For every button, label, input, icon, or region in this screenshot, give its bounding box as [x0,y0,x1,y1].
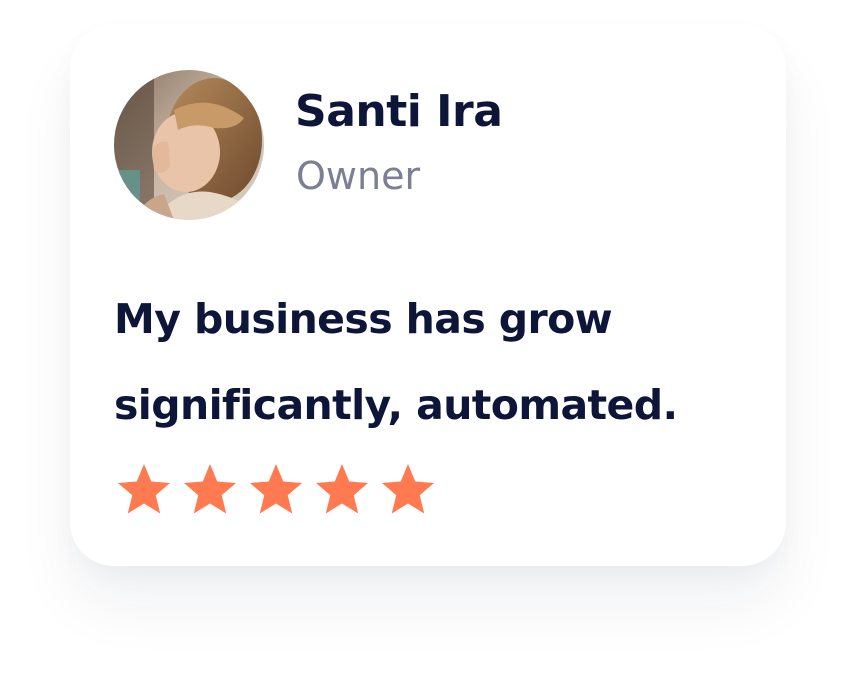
star-rating [114,460,438,520]
reviewer-name: Santi Ira [295,86,503,137]
star-icon [316,464,368,514]
star-icon [118,464,170,514]
quote-line: My business has grow [114,295,613,343]
star-icon [382,464,434,514]
portrait-photo [114,70,264,220]
testimonial-quote: My business has grow significantly, auto… [114,276,764,448]
reviewer-role: Owner [296,154,421,198]
quote-line: significantly, automated. [114,381,678,429]
avatar [114,70,264,220]
star-icon [184,464,236,514]
star-icon [250,464,302,514]
testimonial-card: Santi Ira Owner My business has grow sig… [70,24,786,566]
